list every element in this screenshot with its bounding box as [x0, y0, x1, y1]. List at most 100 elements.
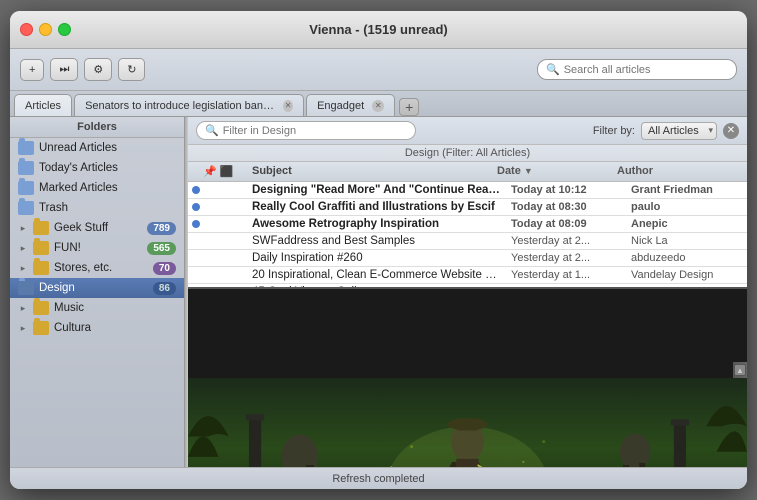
expander-icon [18, 223, 28, 233]
sidebar-item-trash[interactable]: Trash [10, 198, 184, 218]
traffic-lights [20, 23, 71, 36]
articles-panel-inner: 📌 ⬛ Subject Date ▼ Author [188, 162, 747, 467]
article-date: Yesterday at 1... [507, 269, 627, 281]
expander-icon [18, 303, 28, 313]
search-input[interactable] [564, 64, 728, 76]
row-flags [188, 237, 248, 245]
unread-dot [192, 237, 200, 245]
refresh-icon: ↻ [127, 63, 136, 76]
add-icon: + [29, 64, 35, 76]
folder-icon [18, 201, 34, 215]
sidebar-item-label: Unread Articles [39, 142, 176, 154]
sidebar-item-label: Today's Articles [39, 162, 176, 174]
titlebar: Vienna - (1519 unread) [10, 11, 747, 49]
table-header: 📌 ⬛ Subject Date ▼ Author [188, 162, 747, 182]
toolbar: + ⏭ ⚙ ↻ 🔍 [10, 49, 747, 91]
filter-input-wrap: 🔍 [196, 121, 416, 140]
col-header-author[interactable]: Author [613, 165, 733, 178]
sidebar-item-music[interactable]: Music [10, 298, 184, 318]
sidebar-item-unread[interactable]: Unread Articles [10, 138, 184, 158]
filter-right: Filter by: All Articles ✕ [593, 122, 739, 140]
group-folder-icon [33, 261, 49, 275]
article-date: Yesterday at 2... [507, 252, 627, 264]
filter-input[interactable] [223, 125, 407, 137]
skip-button[interactable]: ⏭ [50, 58, 78, 81]
filter-bar: 🔍 Filter by: All Articles ✕ [188, 117, 747, 145]
group-folder-icon [33, 221, 49, 235]
articles-status-bar: Design (Filter: All Articles) [188, 145, 747, 162]
add-tab-button[interactable]: + [399, 98, 419, 116]
filter-select-wrap: All Articles [641, 122, 717, 140]
tab-senators-close[interactable]: ✕ [283, 100, 293, 112]
expander-icon [18, 263, 28, 273]
article-author: Nick La [627, 235, 747, 247]
expander-icon [18, 323, 28, 333]
unread-dot [192, 186, 200, 194]
sidebar-item-stores[interactable]: Stores, etc. 70 [10, 258, 184, 278]
row-flags [188, 271, 248, 279]
table-row[interactable]: Awesome Retrography Inspiration Today at… [188, 216, 747, 233]
filter-search-icon: 🔍 [205, 124, 219, 137]
filter-clear-button[interactable]: ✕ [723, 123, 739, 139]
preview-scroll-up[interactable]: ▲ [734, 364, 746, 376]
sidebar-item-fun[interactable]: FUN! 565 [10, 238, 184, 258]
sidebar-item-label: Marked Articles [39, 182, 176, 194]
article-subject: Designing "Read More" And "Continue Read… [248, 184, 507, 196]
sidebar-item-label: Design [39, 282, 148, 294]
unread-dot [192, 254, 200, 262]
article-date: Yesterday at 2... [507, 235, 627, 247]
search-icon: 🔍 [546, 63, 560, 76]
expander-icon [18, 243, 28, 253]
unread-badge: 565 [147, 242, 176, 255]
tab-senators[interactable]: Senators to introduce legislation bannin… [74, 94, 304, 116]
status-text: Refresh completed [332, 473, 424, 485]
minimize-button[interactable] [39, 23, 52, 36]
unread-badge: 86 [153, 282, 176, 295]
folder-icon [18, 181, 34, 195]
tab-engadget[interactable]: Engadget ✕ [306, 94, 395, 116]
action-button[interactable]: ⚙ [84, 58, 112, 81]
unread-dot [192, 271, 200, 279]
tab-articles[interactable]: Articles [14, 94, 72, 116]
sidebar-item-cultura[interactable]: Cultura [10, 318, 184, 338]
tab-engadget-close[interactable]: ✕ [372, 100, 384, 112]
app-window: Vienna - (1519 unread) + ⏭ ⚙ ↻ 🔍 Article… [10, 11, 747, 489]
unread-badge: 70 [153, 262, 176, 275]
sidebar-item-today[interactable]: Today's Articles [10, 158, 184, 178]
refresh-button[interactable]: ↻ [118, 58, 145, 81]
sidebar-item-geek[interactable]: Geek Stuff 789 [10, 218, 184, 238]
sidebar-item-marked[interactable]: Marked Articles [10, 178, 184, 198]
sidebar-item-label: Cultura [54, 322, 176, 334]
unread-dot [192, 203, 200, 211]
article-subject: Awesome Retrography Inspiration [248, 218, 507, 230]
table-row[interactable]: SWFaddress and Best Samples Yesterday at… [188, 233, 747, 250]
folder-icon [18, 141, 34, 155]
gear-icon: ⚙ [93, 63, 103, 76]
sidebar-item-design[interactable]: Design 86 [10, 278, 184, 298]
row-flags [188, 220, 248, 228]
article-date: Today at 08:30 [507, 201, 627, 213]
col-header-subject[interactable]: Subject [248, 165, 493, 178]
col-header-flags: 📌 ⬛ [188, 165, 248, 178]
row-flags [188, 254, 248, 262]
table-row[interactable]: Really Cool Graffiti and Illustrations b… [188, 199, 747, 216]
row-flags [188, 203, 248, 211]
add-button[interactable]: + [20, 59, 44, 81]
article-date: Today at 08:09 [507, 218, 627, 230]
article-subject: SWFaddress and Best Samples [248, 235, 507, 247]
main-content: Folders Unread Articles Today's Articles… [10, 117, 747, 467]
unread-dot [192, 220, 200, 228]
article-author: Anepic [627, 218, 747, 230]
table-row[interactable]: 20 Inspirational, Clean E-Commerce Websi… [188, 267, 747, 284]
preview-image [188, 378, 747, 467]
filter-select[interactable]: All Articles [641, 122, 717, 140]
col-header-date[interactable]: Date ▼ [493, 165, 613, 178]
table-row[interactable]: Designing "Read More" And "Continue Read… [188, 182, 747, 199]
search-box: 🔍 [537, 59, 737, 80]
articles-panel: 🔍 Filter by: All Articles ✕ Design (Filt… [188, 117, 747, 467]
close-button[interactable] [20, 23, 33, 36]
article-subject: Daily Inspiration #260 [248, 252, 507, 264]
maximize-button[interactable] [58, 23, 71, 36]
table-row[interactable]: Daily Inspiration #260 Yesterday at 2...… [188, 250, 747, 267]
sidebar-item-label: Geek Stuff [54, 222, 142, 234]
